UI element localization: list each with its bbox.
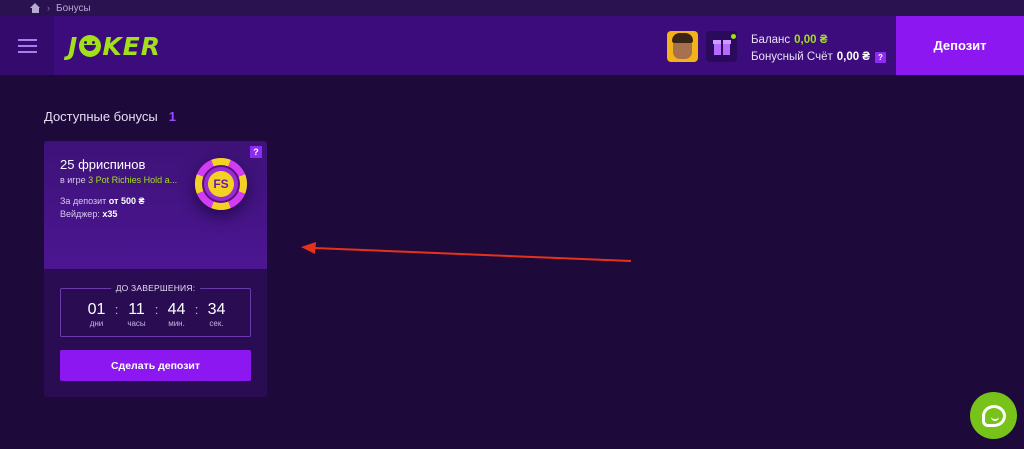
balance-label: Баланс — [751, 34, 791, 46]
bonus-balance-label: Бонусный Счёт — [751, 51, 833, 63]
timer-value: 01 — [87, 301, 106, 318]
timer-seconds: 34 сек. — [202, 301, 232, 328]
avatar[interactable] — [667, 31, 698, 62]
bonus-title: 25 фриспинов — [60, 157, 146, 172]
timer-unit: сек. — [209, 319, 224, 328]
countdown-label: ДО ЗАВЕРШЕНИЯ: — [110, 283, 201, 293]
notification-dot — [731, 34, 736, 39]
breadcrumb: › Бонусы — [0, 0, 1024, 16]
bonus-help-icon[interactable]: ? — [874, 52, 886, 63]
timer-value: 34 — [207, 301, 226, 318]
balance-value: 0,00 ₴ — [794, 34, 828, 46]
breadcrumb-separator: › — [47, 3, 50, 13]
logo-letter-j: J — [68, 31, 79, 61]
logo-letters: KER — [102, 31, 162, 61]
timer-separator: : — [194, 302, 199, 317]
timer-unit: дни — [89, 319, 104, 328]
timer-days: 01 дни — [82, 301, 112, 328]
bonus-card-header: ? 25 фриспинов в игре 3 Pot Richies Hold… — [44, 141, 267, 269]
bonus-count-badge: 1 — [168, 109, 176, 124]
header: J KER Баланс 0,00 ₴ Бонусный Счёт 0,00 ₴ … — [0, 16, 1024, 75]
bonus-card: ? 25 фриспинов в игре 3 Pot Richies Hold… — [44, 141, 267, 397]
logo[interactable]: J KER — [68, 31, 161, 61]
free-spins-chip-icon: FS — [195, 158, 247, 210]
bonus-balance-value: 0,00 ₴ — [836, 51, 870, 63]
bonus-deposit-prefix: За депозит — [60, 196, 107, 206]
timer-separator: : — [154, 302, 159, 317]
bonus-deposit-value: от 500 ₴ — [108, 196, 145, 206]
bonus-game: в игре 3 Pot Richies Hold a... — [60, 175, 177, 185]
timer-unit: часы — [127, 319, 146, 328]
bonus-game-link[interactable]: 3 Pot Richies Hold a... — [88, 175, 177, 185]
timer-hours: 11 часы — [122, 301, 152, 328]
bonus-deposit-condition: За депозит от 500 ₴ — [60, 196, 144, 206]
section-title: Доступные бонусы 1 — [44, 109, 176, 124]
gift-icon[interactable] — [706, 31, 737, 62]
breadcrumb-current: Бонусы — [56, 2, 91, 14]
timer-value: 11 — [128, 301, 145, 318]
smiley-icon — [79, 35, 102, 57]
timer-unit: мин. — [168, 319, 185, 328]
bonus-wager-label: Вейджер: — [60, 209, 100, 219]
bonus-wager-value: x35 — [102, 209, 118, 219]
timer-value: 44 — [167, 301, 186, 318]
available-bonuses-title: Доступные бонусы — [44, 109, 158, 124]
home-icon[interactable] — [30, 3, 41, 13]
hamburger-menu-icon[interactable] — [0, 16, 54, 75]
chat-bubble-icon[interactable] — [970, 392, 1017, 439]
timer-separator: : — [114, 302, 119, 317]
make-deposit-button[interactable]: Сделать депозит — [60, 350, 251, 381]
timer-minutes: 44 мин. — [162, 301, 192, 328]
bonus-game-prefix: в игре — [60, 175, 86, 185]
countdown-timer: ДО ЗАВЕРШЕНИЯ: 01 дни : 11 часы : 44 мин… — [60, 283, 251, 337]
chip-label: FS — [208, 171, 234, 197]
deposit-button[interactable]: Депозит — [896, 16, 1024, 75]
bonus-help-icon[interactable]: ? — [250, 146, 262, 158]
bonus-wager: Вейджер: x35 — [60, 209, 117, 219]
balance-panel: Баланс 0,00 ₴ Бонусный Счёт 0,00 ₴ ? — [751, 32, 886, 66]
